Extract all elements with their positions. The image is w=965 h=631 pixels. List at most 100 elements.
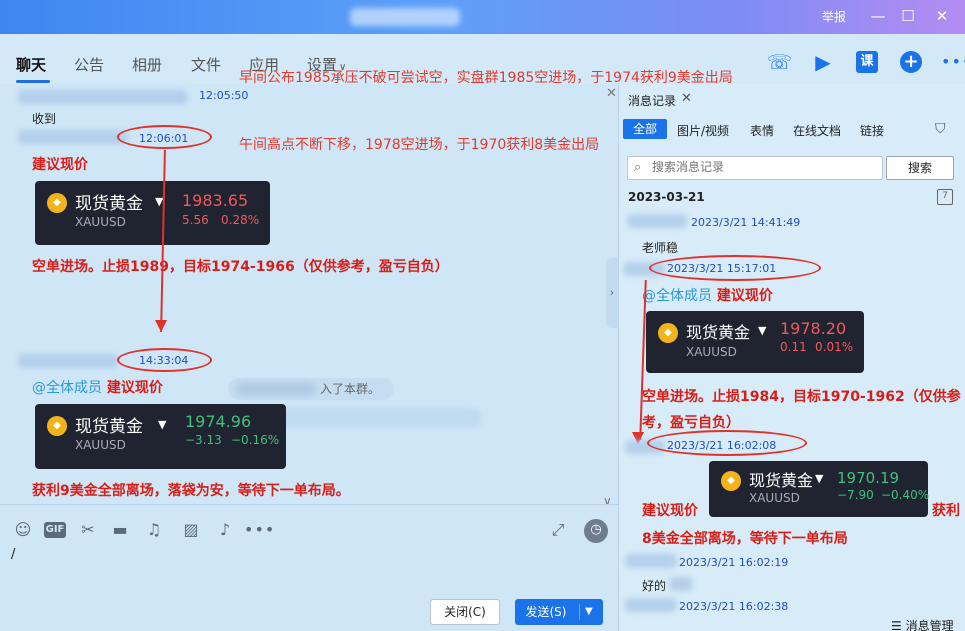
history-text: 8美金全部离场，等待下一单布局 (642, 531, 848, 547)
chevron-down-icon[interactable]: ▼ (585, 599, 593, 625)
course-icon[interactable]: 课 (856, 51, 878, 73)
chat-message-list[interactable]: ✕ 12:05:50 收到 12:06:01 午间高点不断下移，1978空进场，… (0, 84, 618, 508)
quote-change: 5.56 (182, 213, 209, 227)
message-text: 获利9美金全部离场，落袋为安，等待下一单布局。 (32, 483, 350, 499)
message-manager-label: 消息管理 (905, 619, 954, 631)
caret-down-icon: ▼ (815, 472, 824, 485)
close-icon[interactable]: ✕ (681, 91, 692, 106)
history-tab-all[interactable]: 全部 (623, 119, 667, 139)
message-timestamp: 12:05:50 (199, 89, 249, 102)
quote-name: 现货黄金 (686, 323, 751, 342)
report-button[interactable]: 举报 (822, 8, 846, 25)
history-text: 获利 (932, 503, 960, 519)
sender-name-redacted (18, 90, 188, 104)
send-button[interactable]: 发送(S) ▼ (515, 599, 603, 625)
emoji-icon[interactable]: ☺ (12, 519, 34, 541)
gif-icon[interactable]: GIF (44, 522, 66, 538)
member-name-redacted (236, 382, 316, 396)
quote-card[interactable]: ◆ 现货黄金 ▼ XAUUSD 1974.96 −3.13 −0.16% (35, 404, 286, 469)
tab-files[interactable]: 文件 (191, 54, 221, 75)
quote-change: −7.90 (837, 488, 874, 502)
history-tab-links[interactable]: 链接 (860, 122, 884, 139)
maximize-icon[interactable]: ☐ (898, 6, 918, 26)
quote-change-percent: 0.28% (221, 213, 260, 227)
history-timestamp: 2023/3/21 14:41:49 (691, 216, 801, 229)
mention-all[interactable]: @全体成员 (642, 288, 712, 304)
history-tab-stickers[interactable]: 表情 (750, 122, 774, 139)
message-manager-link[interactable]: ☰ 消息管理 (891, 617, 954, 631)
quote-card[interactable]: ◆ 现货黄金 ▼ XAUUSD 1970.19 −7.90 −0.40% (709, 461, 929, 517)
message-text: 收到 (32, 112, 57, 126)
phone-icon[interactable]: ☏ (767, 50, 792, 74)
message-input-area[interactable]: ☺ GIF ✂ ▬ ♫ ▨ ♪ ••• ⤢ ◷ / 关闭(C) 发送(S) ▼ (0, 504, 618, 631)
message-text: 空单进场。止损1989，目标1974-1966（仅供参考，盈亏自负） (32, 259, 449, 275)
quote-price: 1970.19 (837, 469, 900, 487)
quote-code: XAUUSD (75, 215, 126, 229)
quote-price: 1978.20 (780, 319, 847, 338)
gold-coin-icon: ◆ (47, 193, 67, 213)
image-icon[interactable]: ▨ (180, 519, 202, 541)
quote-change-percent: −0.16% (231, 433, 280, 447)
history-tab-media[interactable]: 图片/视频 (677, 122, 729, 139)
list-icon: ☰ (891, 619, 902, 631)
message-history-panel: 消息记录 ✕ 全部 图片/视频 表情 在线文档 链接 ⛉ ⌕ 搜索 2023-0… (618, 84, 965, 631)
send-button-label: 发送(S) (525, 605, 567, 619)
expand-icon[interactable]: ⤢ (547, 519, 569, 541)
tab-announcement[interactable]: 公告 (74, 54, 104, 75)
history-text: 老师稳 (642, 241, 679, 255)
sender-name-redacted (625, 554, 677, 568)
quote-code: XAUUSD (75, 438, 126, 452)
message-text-body: 建议现价 (106, 380, 163, 396)
quote-change: −3.13 (185, 433, 222, 447)
scissors-icon[interactable]: ✂ (77, 519, 99, 541)
music-icon[interactable]: ♫ (143, 519, 165, 541)
quote-price: 1983.65 (182, 191, 249, 210)
history-text: 好的 (642, 579, 667, 593)
caret-down-icon: ▼ (158, 418, 167, 431)
history-clock-icon[interactable]: ◷ (584, 519, 608, 543)
history-search-button[interactable]: 搜索 (886, 156, 954, 180)
filter-icon[interactable]: ⛉ (935, 121, 946, 137)
sender-name-redacted (18, 354, 118, 368)
minimize-icon[interactable]: — (868, 6, 888, 26)
annotation-circle (117, 348, 212, 372)
folder-icon[interactable]: ▬ (109, 519, 131, 541)
quote-change: 0.11 (780, 340, 807, 354)
bell-icon[interactable]: ♪ (214, 519, 236, 541)
gold-coin-icon: ◆ (721, 471, 741, 491)
gold-coin-icon: ◆ (658, 323, 678, 343)
more-icon[interactable]: ••• (941, 50, 965, 74)
quote-card[interactable]: ◆ 现货黄金 ▼ XAUUSD 1983.65 5.56 0.28% (35, 181, 270, 245)
annotation-circle (117, 125, 212, 149)
tab-album[interactable]: 相册 (132, 54, 162, 75)
quote-name: 现货黄金 (749, 471, 814, 490)
history-timestamp: 2023/3/21 16:02:38 (679, 600, 789, 613)
divider (579, 604, 580, 620)
quote-price: 1974.96 (185, 412, 252, 431)
mention-all[interactable]: @全体成员 (32, 380, 102, 396)
history-search-field[interactable]: ⌕ (627, 156, 883, 180)
message-input[interactable]: / (11, 547, 15, 562)
sender-name-redacted (18, 130, 128, 144)
history-search-input[interactable] (652, 160, 872, 174)
quote-code: XAUUSD (749, 491, 800, 505)
quote-name: 现货黄金 (75, 417, 143, 437)
close-icon[interactable]: ✕ (606, 86, 617, 101)
panel-collapse-handle[interactable]: › (606, 258, 618, 328)
title-bar: 举报 — ☐ ✕ (0, 0, 965, 34)
quote-card[interactable]: ◆ 现货黄金 ▼ XAUUSD 1978.20 0.11 0.01% (646, 311, 864, 373)
system-notice: 入了本群。 (228, 378, 394, 400)
close-button[interactable]: 关闭(C) (430, 599, 500, 625)
more-icon[interactable]: ••• (244, 519, 274, 541)
annotation-noon: 午间高点不断下移，1978空进场，于1970获利8美金出局 (239, 137, 600, 153)
quote-name: 现货黄金 (75, 194, 143, 214)
close-icon[interactable]: ✕ (932, 6, 952, 26)
video-icon[interactable]: ▶ (811, 50, 835, 74)
history-tab-docs[interactable]: 在线文档 (793, 122, 841, 139)
tab-chat[interactable]: 聊天 (16, 54, 46, 75)
plus-icon[interactable]: + (900, 51, 922, 73)
sender-name-redacted (627, 214, 687, 228)
calendar-icon[interactable]: 7 (937, 189, 953, 205)
sender-name-redacted (625, 598, 677, 612)
window-title-redacted (350, 8, 460, 26)
